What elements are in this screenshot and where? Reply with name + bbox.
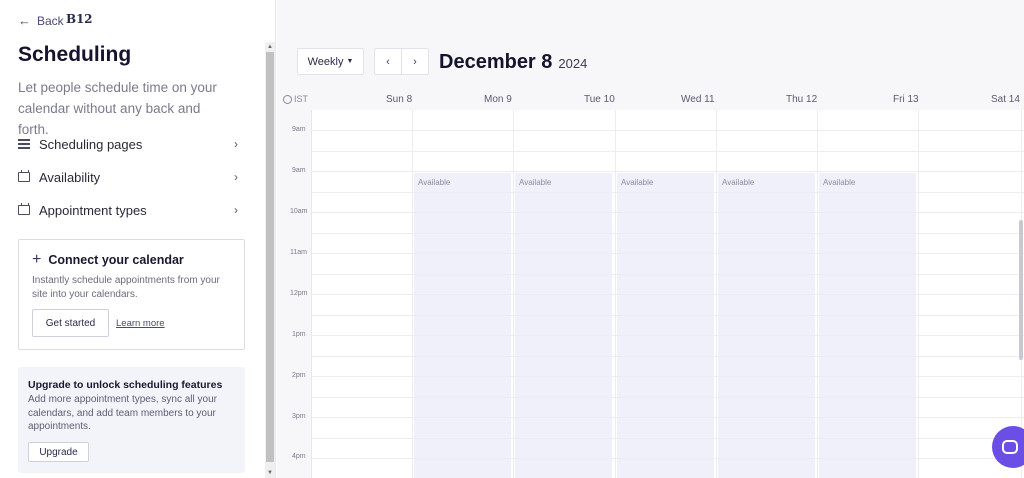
time-label: 12pm	[290, 290, 308, 297]
page-title: Scheduling	[18, 43, 132, 66]
back-label: Back	[37, 13, 64, 28]
chevron-right-icon: ›	[234, 170, 238, 184]
current-date-heading: December 8 2024	[439, 51, 587, 74]
sidebar-item-label: Appointment types	[39, 202, 147, 218]
scroll-up-arrow-icon[interactable]: ▲	[265, 42, 275, 52]
connect-calendar-card: + Connect your calendar Instantly schedu…	[18, 239, 245, 350]
connect-calendar-text: Instantly schedule appointments from you…	[32, 275, 220, 300]
calendar-main: Weekly ▼ ‹ › December 8 2024 IST Sun 8 M…	[277, 0, 1024, 478]
time-label: 3pm	[292, 413, 306, 420]
hour-line	[312, 438, 1024, 439]
upgrade-card: Upgrade to unlock scheduling features Ad…	[18, 367, 245, 473]
page-subtitle: Let people schedule time on your calenda…	[18, 80, 217, 137]
plus-icon: +	[32, 251, 42, 268]
sidebar-item-availability[interactable]: Availability ›	[18, 166, 238, 188]
hour-line	[312, 253, 1024, 254]
scroll-down-arrow-icon[interactable]: ▼	[265, 468, 275, 478]
day-header: Sun 8	[386, 94, 413, 105]
hour-line	[312, 458, 1024, 459]
availability-block[interactable]: Available	[718, 173, 815, 478]
next-week-button[interactable]: ›	[402, 49, 428, 74]
hour-line	[312, 397, 1024, 398]
upgrade-title: Upgrade to unlock scheduling features	[28, 379, 223, 391]
hour-line	[312, 356, 1024, 357]
week-grid[interactable]: Available Available Available Available …	[311, 110, 1024, 478]
chat-bubble-icon	[1002, 440, 1018, 454]
availability-block[interactable]: Available	[515, 173, 612, 478]
chevron-right-icon: ›	[234, 137, 238, 151]
hour-line	[312, 294, 1024, 295]
hour-line	[312, 171, 1024, 172]
timezone-text: IST	[294, 94, 309, 104]
day-header: Wed 11	[681, 94, 715, 105]
connect-calendar-title: + Connect your calendar	[32, 251, 184, 268]
time-label: 1pm	[292, 331, 306, 338]
upgrade-text: Add more appointment types, sync all you…	[28, 394, 217, 432]
hour-line	[312, 315, 1024, 316]
day-header: Thu 12	[786, 94, 818, 105]
hour-line	[312, 417, 1024, 418]
arrow-left-icon: ←	[18, 13, 31, 28]
time-label: 4pm	[292, 453, 306, 460]
day-header: Fri 13	[893, 94, 919, 105]
availability-block[interactable]: Available	[617, 173, 714, 478]
brand-logo[interactable]: B12	[66, 12, 92, 26]
time-label: 9am	[292, 167, 306, 174]
chevron-right-icon: ›	[234, 203, 238, 217]
time-label: 11am	[290, 249, 307, 256]
timezone-label[interactable]: IST	[283, 94, 308, 104]
availability-label: Available	[722, 178, 755, 187]
view-selector[interactable]: Weekly ▼	[297, 48, 364, 75]
scrollbar-thumb[interactable]	[266, 52, 274, 462]
learn-more-link[interactable]: Learn more	[116, 318, 165, 329]
hour-line	[312, 192, 1024, 193]
sidebar-item-label: Scheduling pages	[39, 136, 143, 152]
time-label: 10am	[290, 208, 308, 215]
hour-line	[312, 335, 1024, 336]
calendar-icon	[18, 170, 30, 182]
availability-block[interactable]: Available	[819, 173, 916, 478]
sidebar-item-appointment-types[interactable]: Appointment types ›	[18, 199, 238, 221]
upgrade-button[interactable]: Upgrade	[28, 442, 89, 462]
availability-block[interactable]: Available	[414, 173, 511, 478]
connect-calendar-heading: Connect your calendar	[48, 253, 184, 267]
day-header: Mon 9	[484, 94, 512, 105]
hour-line	[312, 212, 1024, 213]
prev-week-button[interactable]: ‹	[375, 49, 402, 74]
calendar-icon	[18, 203, 30, 215]
availability-label: Available	[519, 178, 552, 187]
back-link[interactable]: ← Back	[18, 13, 64, 28]
day-header: Tue 10	[584, 94, 615, 105]
globe-icon	[283, 94, 292, 104]
get-started-button[interactable]: Get started	[32, 309, 109, 337]
hour-line	[312, 130, 1024, 131]
sidebar-item-scheduling-pages[interactable]: Scheduling pages ›	[18, 133, 238, 155]
time-label: 9am	[292, 126, 306, 133]
availability-label: Available	[418, 178, 451, 187]
hour-line	[312, 151, 1024, 152]
hour-line	[312, 274, 1024, 275]
current-year: 2024	[558, 56, 588, 71]
day-header: Sat 14	[991, 94, 1020, 105]
sidebar-scrollbar[interactable]: ▲ ▼	[265, 42, 275, 478]
sidebar-item-label: Availability	[39, 169, 101, 185]
time-label: 2pm	[292, 372, 306, 379]
list-icon	[18, 139, 30, 149]
sidebar: ← Back B12 Scheduling Let people schedul…	[0, 0, 276, 478]
date-navigation: ‹ ›	[374, 48, 429, 75]
availability-label: Available	[621, 178, 654, 187]
hour-line	[312, 376, 1024, 377]
current-date: December 8	[439, 51, 553, 73]
hour-line	[312, 233, 1024, 234]
view-selector-label: Weekly	[307, 55, 344, 68]
calendar-scrollbar-thumb[interactable]	[1019, 220, 1023, 360]
caret-down-icon: ▼	[346, 58, 354, 65]
availability-label: Available	[823, 178, 856, 187]
